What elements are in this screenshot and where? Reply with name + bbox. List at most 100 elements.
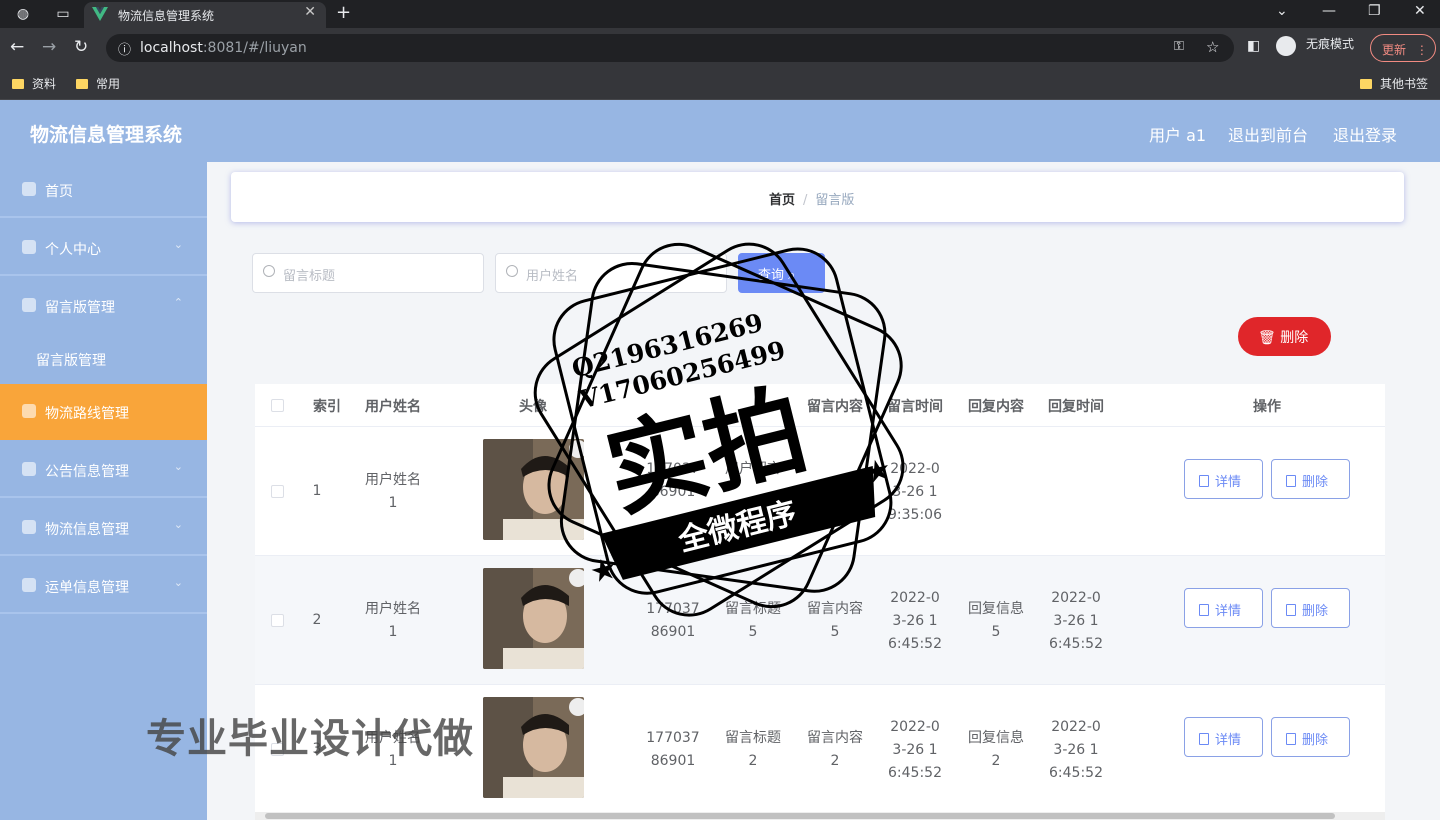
sidebar-item-logistics-route[interactable]: 物流路线管理 [0,384,207,440]
minimize-icon[interactable]: — [1322,3,1336,19]
horizontal-scrollbar[interactable] [255,812,1385,820]
back-to-front-link[interactable]: 退出到前台 [1228,122,1308,146]
lock-icon [22,298,36,312]
user-label: 用户 a1 [1149,126,1207,145]
detail-button[interactable]: 详情 [1184,717,1263,757]
row-reply: 回复信息2 [968,730,1024,769]
star-icon[interactable]: ☆ [1206,38,1219,56]
trash-icon [1286,475,1296,487]
delete-button[interactable]: 删除 [1271,588,1350,628]
delete-button[interactable]: 删除 [1271,717,1350,757]
sidebar-item-home[interactable]: 首页 [0,162,207,218]
query-button[interactable]: 查询 ⌕ [738,253,825,293]
row-phone: 17703786901 [646,730,700,769]
table-row: 3 用户姓名1 17703786901 留言标题2 留言内容2 2022-03-… [255,684,1385,813]
user-icon [22,240,36,254]
row-name: 用户姓名1 [365,730,421,769]
row-index: 2 [312,612,322,628]
column-header: 留言内容 [807,399,863,415]
send-icon [22,578,36,592]
sidepanel-icon[interactable]: ◧ [1247,38,1260,54]
avatar [483,439,584,540]
detail-button[interactable]: 详情 [1184,459,1263,499]
message-table: 索引 用户姓名 头像 留言内容 留言时间 回复内容 回复时间 操作 1 用户姓名… [255,384,1385,820]
url-input[interactable]: ⓘ localhost:8081/#/liuyan ⚿ ☆ [106,34,1234,62]
row-checkbox[interactable] [271,743,284,756]
key-icon[interactable]: ⚿ [1174,39,1184,54]
app-header: 物流信息管理系统 用户 a1 退出到前台 退出登录 [0,100,1440,162]
app-title: 物流信息管理系统 [30,124,183,146]
bookmark-folder[interactable]: 常用 [76,75,120,92]
document-icon [1199,604,1209,616]
detail-button[interactable]: 详情 [1184,588,1263,628]
document-icon [1199,475,1209,487]
vue-logo-icon [92,7,108,21]
new-tab-icon[interactable]: + [336,2,351,23]
globe-icon[interactable]: ◍ [14,5,32,23]
row-name: 用户姓名1 [365,601,421,640]
row-reply-time: 2022-03-26 16:45:52 [1049,719,1103,781]
sidebar-item-message-board[interactable]: 留言版管理 ⌃ [0,278,207,334]
row-name: 用户姓名1 [365,472,421,511]
close-icon[interactable]: ✕ [304,4,316,20]
row-checkbox[interactable] [271,614,284,627]
sidebar-item-waybill[interactable]: 运单信息管理 ⌄ [0,558,207,614]
avatar [483,697,584,798]
browser-tab[interactable]: 物流信息管理系统 ✕ [84,2,326,28]
submenu-message-board[interactable]: 留言版管理 [0,334,207,384]
reload-icon[interactable]: ↻ [74,37,88,57]
sidebar-item-notice[interactable]: 公告信息管理 ⌄ [0,442,207,498]
row-reply-time: 2022-03-26 16:45:52 [1049,590,1103,652]
other-bookmarks[interactable]: 其他书签 [1360,75,1428,92]
table-row: 2 用户姓名1 17703786901 留言标题5 留言内容5 2022-03-… [255,555,1385,684]
maximize-icon[interactable]: ❐ [1368,3,1381,19]
title-search-input[interactable]: 留言标题 [252,253,484,293]
tab-strip-icon[interactable]: ▭ [54,5,72,23]
column-header: 索引 [313,399,341,415]
table-row: 1 用户姓名1 17703786901 用户留言 2022-03-26 19:3… [255,426,1385,555]
search-icon: ⌕ [788,268,796,283]
trash-icon [1286,733,1296,745]
row-checkbox[interactable] [271,485,284,498]
user-icon [22,462,36,476]
breadcrumb-card: 首页 / 留言版 [231,172,1404,222]
breadcrumb-current: 留言版 [815,193,855,208]
folder-icon [12,79,24,89]
delete-button[interactable]: 删除 [1271,459,1350,499]
sidebar-item-logistics-info[interactable]: 物流信息管理 ⌄ [0,500,207,556]
back-icon[interactable]: ← [10,37,24,57]
column-header: 回复时间 [1048,399,1104,415]
chevron-down-icon: ⌄ [173,576,183,589]
folder-icon [76,79,88,89]
row-time: 2022-03-26 16:45:52 [888,719,942,781]
document-icon [1199,733,1209,745]
url-text: localhost:8081/#/liuyan [140,40,307,56]
trash-icon: 🗑 [1258,330,1276,346]
chevron-down-icon: ⌄ [173,460,183,473]
select-all-checkbox[interactable] [271,399,284,412]
name-search-input[interactable]: 用户姓名 [495,253,727,293]
row-index: 1 [312,483,322,499]
breadcrumb-home[interactable]: 首页 [769,193,795,208]
column-header: 用户姓名 [365,399,421,415]
folder-icon [1360,79,1372,89]
doc-icon [22,520,36,534]
logout-link[interactable]: 退出登录 [1333,122,1397,146]
column-header: 回复内容 [968,399,1024,415]
address-bar: ← → ↻ ⓘ localhost:8081/#/liuyan ⚿ ☆ ◧ 无痕… [0,28,1440,68]
column-header: 操作 [1253,399,1281,415]
forward-icon[interactable]: → [42,37,56,57]
bookmark-folder[interactable]: 资料 [12,75,56,92]
row-phone: 17703786901 [646,461,700,500]
update-button[interactable]: 更新 ⋮ [1370,34,1436,62]
sidebar-item-profile[interactable]: 个人中心 ⌄ [0,220,207,276]
incognito-icon [1276,36,1296,56]
batch-delete-button[interactable]: 🗑 删除 [1238,317,1331,356]
window-close-icon[interactable]: ✕ [1414,3,1426,19]
user-icon [22,404,36,418]
chevron-down-icon: ⌄ [173,238,183,251]
info-icon[interactable]: ⓘ [118,39,131,58]
search-icon [506,265,518,277]
search-icon [263,265,275,277]
chevron-down-icon[interactable]: ⌄ [1276,3,1288,19]
